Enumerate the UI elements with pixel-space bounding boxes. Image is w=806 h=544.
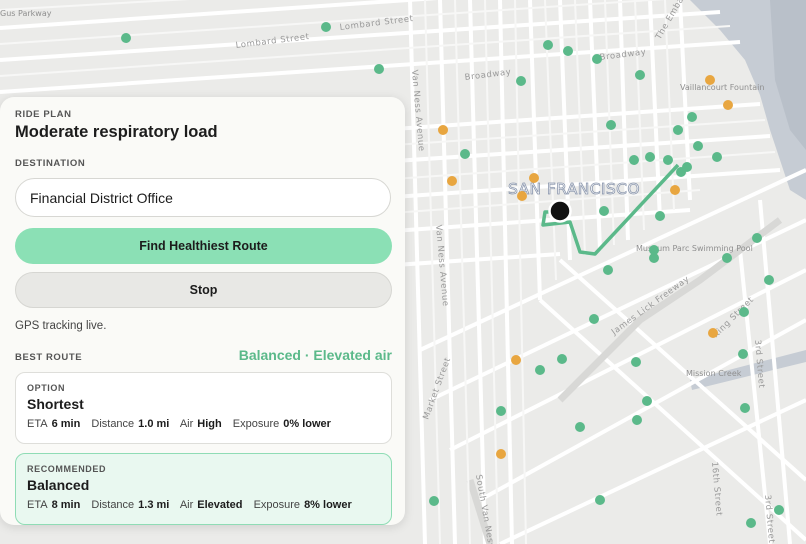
clean-air-sensor-dot[interactable] (722, 253, 732, 263)
clean-air-sensor-dot[interactable] (374, 64, 384, 74)
elevated-air-sensor-dot[interactable] (517, 191, 527, 201)
air-label: Air (179, 418, 194, 430)
city-label: SAN FRANCISCO (508, 180, 640, 198)
exposure-label: Exposure (232, 418, 280, 430)
route-name: Balanced (27, 477, 90, 493)
clean-air-sensor-dot[interactable] (321, 22, 331, 32)
panel-eyebrow: RIDE PLAN (15, 109, 72, 120)
elevated-air-sensor-dot[interactable] (511, 355, 521, 365)
clean-air-sensor-dot[interactable] (645, 152, 655, 162)
clean-air-sensor-dot[interactable] (635, 70, 645, 80)
best-route-row: BEST ROUTE Balanced · Elevated air (15, 347, 392, 363)
route-metrics: ETA 8 min Distance 1.3 mi Air Elevated Expo… (27, 499, 380, 511)
air-value: Elevated (197, 499, 243, 511)
eta-label: ETA (27, 418, 48, 430)
clean-air-sensor-dot[interactable] (121, 33, 131, 43)
best-route-label: BEST ROUTE (15, 352, 83, 363)
route-card-shortest[interactable]: OPTION Shortest ETA 6 min Distance 1.0 mi … (15, 372, 392, 444)
clean-air-sensor-dot[interactable] (764, 275, 774, 285)
clean-air-sensor-dot[interactable] (599, 206, 609, 216)
air-label: Air (179, 499, 194, 511)
best-route-value: Balanced · Elevated air (238, 347, 392, 363)
clean-air-sensor-dot[interactable] (496, 406, 506, 416)
clean-air-sensor-dot[interactable] (543, 40, 553, 50)
clean-air-sensor-dot[interactable] (642, 396, 652, 406)
elevated-air-sensor-dot[interactable] (705, 75, 715, 85)
clean-air-sensor-dot[interactable] (687, 112, 697, 122)
user-location-marker (548, 199, 572, 223)
route-tag: RECOMMENDED (27, 464, 107, 474)
clean-air-sensor-dot[interactable] (589, 314, 599, 324)
poi-label: Gus Parkway (0, 9, 52, 18)
clean-air-sensor-dot[interactable] (516, 76, 526, 86)
clean-air-sensor-dot[interactable] (740, 403, 750, 413)
distance-value: 1.0 mi (138, 418, 170, 430)
clean-air-sensor-dot[interactable] (739, 307, 749, 317)
destination-input[interactable] (15, 178, 391, 217)
clean-air-sensor-dot[interactable] (606, 120, 616, 130)
clean-air-sensor-dot[interactable] (746, 518, 756, 528)
exposure-value: 8% lower (304, 499, 352, 511)
elevated-air-sensor-dot[interactable] (723, 100, 733, 110)
clean-air-sensor-dot[interactable] (575, 422, 585, 432)
route-tag: OPTION (27, 383, 66, 393)
elevated-air-sensor-dot[interactable] (447, 176, 457, 186)
clean-air-sensor-dot[interactable] (738, 349, 748, 359)
route-metrics: ETA 6 min Distance 1.0 mi Air High Exposure… (27, 418, 380, 430)
clean-air-sensor-dot[interactable] (592, 54, 602, 64)
gps-status-text: GPS tracking live. (15, 320, 107, 332)
elevated-air-sensor-dot[interactable] (529, 173, 539, 183)
route-card-balanced[interactable]: RECOMMENDED Balanced ETA 8 min Distance 1.… (15, 453, 392, 525)
poi-label: Vaillancourt Fountain (680, 83, 764, 92)
clean-air-sensor-dot[interactable] (752, 233, 762, 243)
clean-air-sensor-dot[interactable] (429, 496, 439, 506)
find-healthiest-route-button[interactable]: Find Healthiest Route (15, 228, 392, 264)
clean-air-sensor-dot[interactable] (693, 141, 703, 151)
stop-button[interactable]: Stop (15, 272, 392, 308)
clean-air-sensor-dot[interactable] (557, 354, 567, 364)
clean-air-sensor-dot[interactable] (774, 505, 784, 515)
route-name: Shortest (27, 396, 84, 412)
exposure-value: 0% lower (283, 418, 331, 430)
distance-value: 1.3 mi (138, 499, 170, 511)
elevated-air-sensor-dot[interactable] (438, 125, 448, 135)
clean-air-sensor-dot[interactable] (663, 155, 673, 165)
clean-air-sensor-dot[interactable] (712, 152, 722, 162)
eta-label: ETA (27, 499, 48, 511)
clean-air-sensor-dot[interactable] (673, 125, 683, 135)
exposure-label: Exposure (253, 499, 301, 511)
elevated-air-sensor-dot[interactable] (670, 185, 680, 195)
ride-plan-panel: RIDE PLAN Moderate respiratory load DEST… (0, 97, 405, 525)
poi-label: Mission Creek (686, 369, 742, 378)
eta-value: 8 min (51, 499, 81, 511)
clean-air-sensor-dot[interactable] (535, 365, 545, 375)
clean-air-sensor-dot[interactable] (631, 357, 641, 367)
clean-air-sensor-dot[interactable] (655, 211, 665, 221)
clean-air-sensor-dot[interactable] (649, 245, 659, 255)
elevated-air-sensor-dot[interactable] (708, 328, 718, 338)
clean-air-sensor-dot[interactable] (460, 149, 470, 159)
destination-label: DESTINATION (15, 158, 86, 169)
eta-value: 6 min (51, 418, 81, 430)
panel-title: Moderate respiratory load (15, 123, 218, 141)
air-value: High (197, 418, 222, 430)
clean-air-sensor-dot[interactable] (682, 162, 692, 172)
elevated-air-sensor-dot[interactable] (496, 449, 506, 459)
clean-air-sensor-dot[interactable] (563, 46, 573, 56)
clean-air-sensor-dot[interactable] (632, 415, 642, 425)
distance-label: Distance (91, 499, 135, 511)
clean-air-sensor-dot[interactable] (603, 265, 613, 275)
clean-air-sensor-dot[interactable] (595, 495, 605, 505)
clean-air-sensor-dot[interactable] (629, 155, 639, 165)
distance-label: Distance (91, 418, 135, 430)
